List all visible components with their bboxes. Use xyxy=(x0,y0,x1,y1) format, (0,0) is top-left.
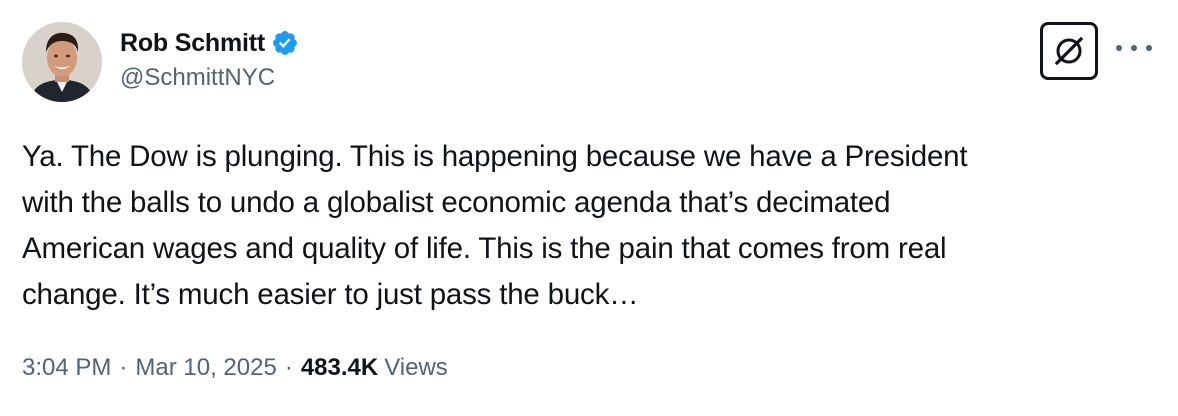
views-label: Views xyxy=(384,354,448,381)
verified-badge-icon[interactable] xyxy=(271,29,299,57)
more-options-button[interactable] xyxy=(1116,38,1152,58)
display-name[interactable]: Rob Schmitt xyxy=(120,29,265,58)
profile-photo-icon xyxy=(22,22,102,102)
grok-button[interactable] xyxy=(1040,22,1098,80)
handle[interactable]: @SchmittNYC xyxy=(120,64,275,92)
tweet-date[interactable]: Mar 10, 2025 xyxy=(135,354,276,382)
grok-icon xyxy=(1054,36,1084,66)
more-dot-icon xyxy=(1116,45,1122,51)
avatar[interactable] xyxy=(22,22,102,102)
tweet-card: Rob Schmitt @SchmittNYC Ya. The Dow is p… xyxy=(0,0,1178,416)
more-dot-icon xyxy=(1146,45,1152,51)
tweet-time[interactable]: 3:04 PM xyxy=(22,354,111,382)
meta-separator: · xyxy=(119,354,128,381)
tweet-text: Ya. The Dow is plunging. This is happeni… xyxy=(22,140,968,311)
meta-separator: · xyxy=(284,354,293,381)
tweet-meta: 3:04 PM · Mar 10, 2025 · 483.4K Views xyxy=(22,354,448,382)
author-name-row: Rob Schmitt xyxy=(120,26,299,60)
views-count[interactable]: 483.4K xyxy=(301,354,378,382)
more-dot-icon xyxy=(1131,45,1137,51)
